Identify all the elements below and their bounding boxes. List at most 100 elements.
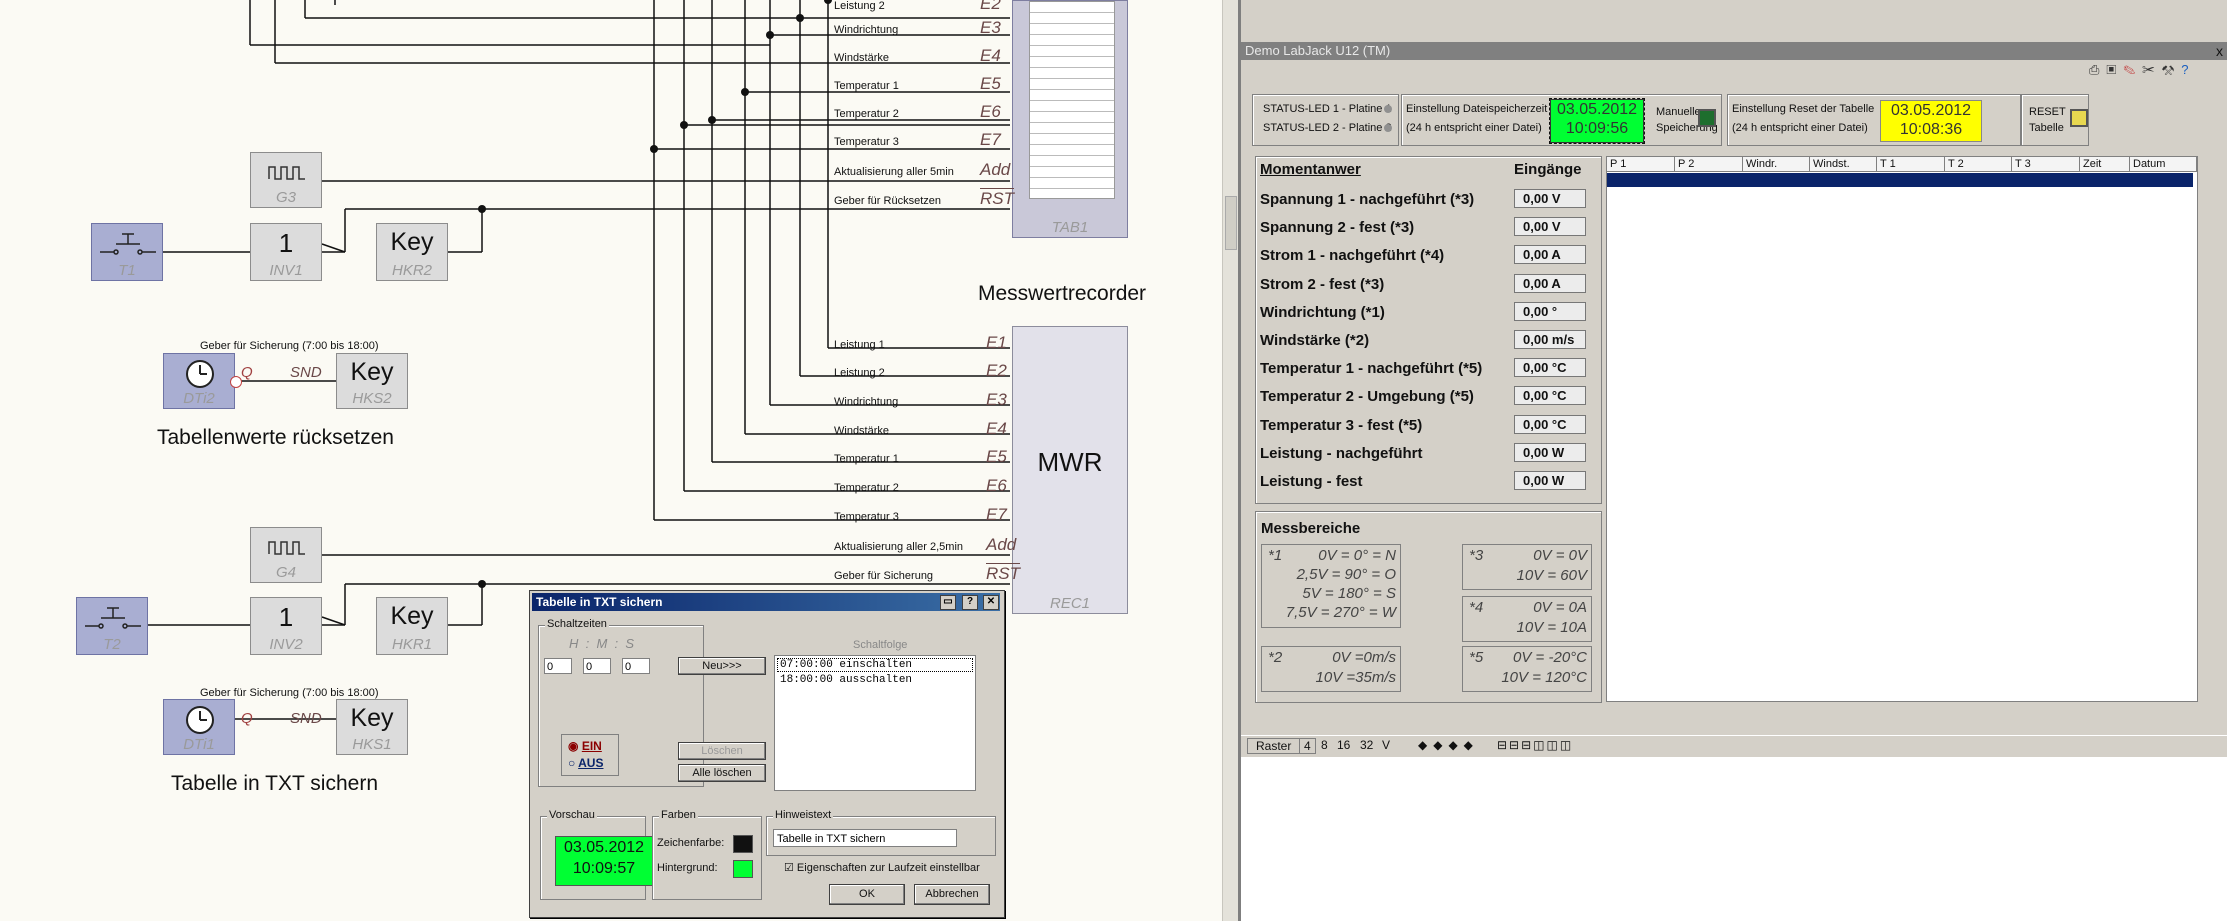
eigenschaften-checkbox[interactable]: ☑ Eigenschaften zur Laufzeit einstellbar [784, 861, 980, 874]
table-column-header[interactable]: Datum [2130, 157, 2197, 172]
selected-row[interactable] [1607, 173, 2193, 187]
clock-generator-g4[interactable]: G4 [250, 527, 322, 583]
neu-button[interactable]: Neu>>> [678, 657, 766, 675]
print-icon[interactable]: ⎙ [2089, 62, 2106, 77]
schaltfolge-list[interactable]: 07:00:00 einschalten 18:00:00 ausschalte… [774, 655, 976, 791]
close-icon[interactable]: ✕ [983, 595, 999, 610]
hinweistext-input[interactable]: Tabelle in TXT sichern [773, 829, 957, 847]
raster-4[interactable]: 4 [1299, 738, 1316, 754]
timer-dti2[interactable]: DTi2 [163, 353, 235, 409]
table-column-header[interactable]: Windst. [1810, 157, 1877, 172]
eigenschaften-label: Eigenschaften zur Laufzeit einstellbar [796, 862, 980, 874]
raster-16[interactable]: 16 [1337, 738, 1350, 752]
data-table[interactable]: P 1P 2 Windr. Windst. T 1T 2T 3 Zeit Datum [1606, 156, 2198, 702]
alle-loeschen-button[interactable]: Alle löschen [678, 764, 766, 782]
table-column-header[interactable]: Zeit [2080, 157, 2130, 172]
ok-button[interactable]: OK [829, 884, 905, 905]
switch-icon [85, 607, 141, 629]
table-column-header[interactable]: T 3 [2012, 157, 2080, 172]
save-icon[interactable]: ▣ [2106, 62, 2123, 77]
raster-8[interactable]: 8 [1321, 738, 1328, 752]
range-line: 10V = 10A [1516, 619, 1587, 636]
reset-tabelle-button[interactable] [2070, 109, 2088, 127]
recorder-block-rec1[interactable]: MWR REC1 [1012, 326, 1128, 614]
clock-generator-g3[interactable]: G3 [250, 152, 322, 208]
table-column-header[interactable]: Windr. [1743, 157, 1810, 172]
scrollbar-thumb[interactable] [1225, 196, 1237, 250]
pen-icon[interactable]: ✎ [2123, 62, 2142, 77]
measurement-value: 0,00 A [1514, 245, 1586, 265]
key-hks2[interactable]: Key HKS2 [336, 353, 408, 409]
block-label: Key [390, 228, 434, 256]
key-hks1[interactable]: Key HKS1 [336, 699, 408, 755]
close-icon[interactable]: x [2216, 42, 2223, 60]
table-column-header[interactable]: P 1 [1607, 157, 1675, 172]
align-icons[interactable]: ⊟⊟⊟◫◫◫ [1497, 738, 1573, 752]
range-tag: *1 [1268, 547, 1283, 564]
block-id: HKR1 [391, 636, 432, 653]
pushbutton-t2[interactable]: T2 [76, 597, 148, 655]
window-icon[interactable]: ▭ [940, 595, 956, 610]
pin-label: E4 [986, 419, 1007, 438]
table-block-tab1[interactable]: TAB1 [1012, 0, 1128, 238]
dialog-titlebar[interactable]: Tabelle in TXT sichern ▭ ? ✕ [532, 593, 1000, 611]
status-led2 [1384, 124, 1392, 132]
manuelle-label: Manuelle [1656, 106, 1701, 118]
settings-icon[interactable]: ⚒ [2162, 62, 2182, 77]
timer-dti1[interactable]: DTi1 [163, 699, 235, 755]
help-icon[interactable]: ? [962, 595, 978, 610]
dateispeicherzeit-display[interactable]: 03.05.2012 10:09:56 [1549, 98, 1645, 144]
block-id: DTi1 [183, 736, 215, 753]
aus-radio[interactable]: ○ AUS [568, 756, 603, 770]
window-titlebar[interactable]: Demo LabJack U12 (TM) x [1241, 42, 2227, 60]
green-date: 03.05.2012 [1556, 101, 1638, 118]
block-label: Key [350, 704, 394, 732]
raster-32[interactable]: 32 [1360, 738, 1373, 752]
table-column-header[interactable]: P 2 [1675, 157, 1743, 172]
green-time: 10:09:56 [1565, 120, 1629, 137]
help-icon[interactable]: ? [2181, 62, 2195, 77]
minute-spinner[interactable]: 0 [583, 658, 611, 674]
inverter-inv2[interactable]: 1 INV2 [250, 597, 322, 655]
hintergrund-swatch[interactable] [733, 860, 753, 878]
key-hkr2[interactable]: Key HKR2 [376, 223, 448, 281]
table-column-header[interactable]: T 1 [1877, 157, 1945, 172]
vertical-scrollbar[interactable] [1222, 0, 1239, 921]
list-item[interactable]: 07:00:00 einschalten [777, 658, 973, 672]
hour-spinner[interactable]: 0 [544, 658, 572, 674]
signal-label: Temperatur 1 [834, 80, 899, 92]
ein-radio[interactable]: ◉ EIN [568, 739, 602, 753]
tabelle-label: Tabelle [2029, 122, 2064, 134]
table-column-header[interactable]: T 2 [1945, 157, 2012, 172]
range-tag: *3 [1469, 547, 1484, 564]
status-led1-label: STATUS-LED 1 - Platine 1 [1263, 103, 1392, 115]
inverter-inv1[interactable]: 1 INV1 [250, 223, 322, 281]
tool-icon[interactable]: ✂ [2142, 62, 2162, 77]
pushbutton-t1[interactable]: T1 [91, 223, 163, 281]
timer-caption: Geber für Sicherung (7:00 bis 18:00) [200, 340, 379, 352]
schaltzeiten-group: Schaltzeiten H : M : S 0 0 0 ◉ EIN ○ AUS [538, 618, 704, 787]
measurement-label: Spannung 2 - fest (*3) [1260, 219, 1415, 237]
messbereiche-group: Messbereiche *1 0V = 0° = N 2,5V = 90° =… [1255, 511, 1602, 703]
ein-label: EIN [581, 739, 602, 753]
range-line: 2,5V = 90° = O [1296, 566, 1396, 583]
reset-time-display[interactable]: 03.05.2012 10:08:36 [1880, 100, 1982, 142]
arrow-controls[interactable]: ◆◆◆◆ [1418, 738, 1479, 752]
raster-v[interactable]: V [1382, 738, 1390, 752]
reset-group: Einstellung Reset der Tabelle (24 h ents… [1727, 94, 2021, 146]
measurement-label: Strom 2 - fest (*3) [1260, 275, 1385, 293]
group-label: Farben [659, 809, 698, 821]
range-line: 10V = 120°C [1501, 669, 1587, 686]
list-item[interactable]: 18:00:00 ausschalten [777, 674, 973, 686]
key-hkr1[interactable]: Key HKR1 [376, 597, 448, 655]
manuelle-speicherung-button[interactable] [1698, 109, 1716, 127]
momentanwerte-group: Momentanwer Eingänge Spannung 1 - nachge… [1255, 156, 1602, 504]
block-id: HKS1 [352, 736, 392, 753]
timer-caption: Geber für Sicherung (7:00 bis 18:00) [200, 687, 379, 699]
abbrechen-button[interactable]: Abbrechen [914, 884, 990, 905]
signal-label: Temperatur 1 [834, 453, 899, 465]
loeschen-button[interactable]: Löschen [678, 742, 766, 760]
signal-label: Aktualisierung aller 5min [834, 166, 954, 178]
zeichenfarbe-swatch[interactable] [733, 835, 753, 853]
second-spinner[interactable]: 0 [622, 658, 650, 674]
